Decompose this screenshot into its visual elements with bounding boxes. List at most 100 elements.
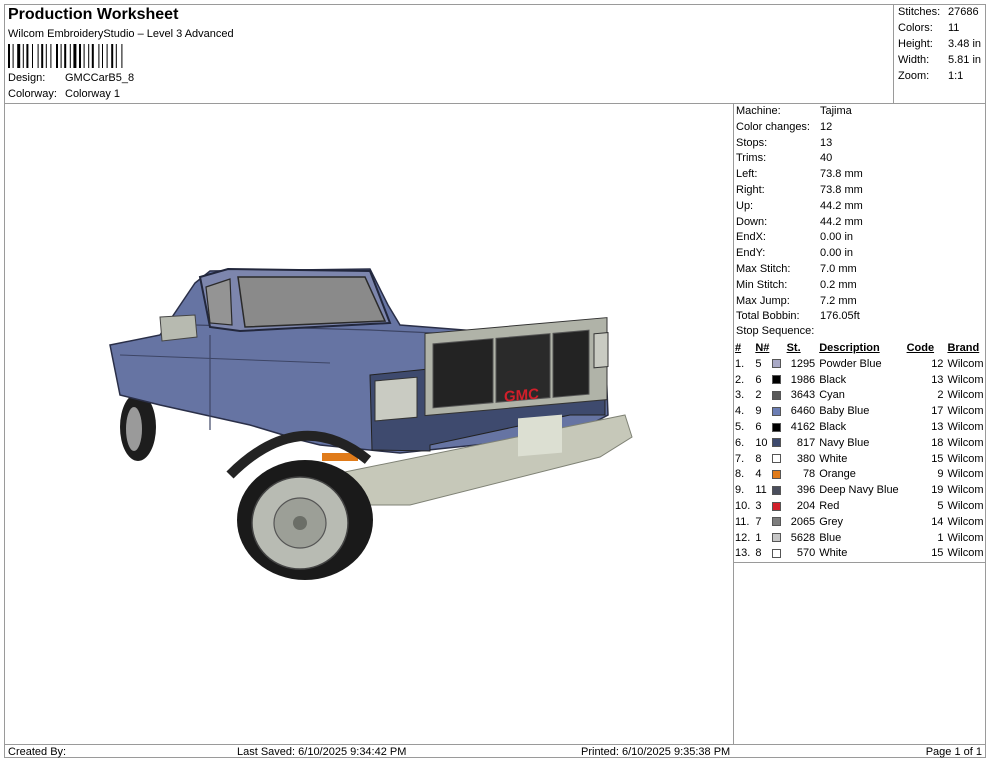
column-header-swatch [772, 341, 786, 357]
stop-sequence-row: 6. 10 817 Navy Blue 18 Wilcom [735, 436, 985, 452]
column-header-brand: Brand [947, 342, 980, 354]
stop-brand: Wilcom [947, 373, 984, 386]
thread-color-swatch [772, 454, 782, 464]
stop-description: Cyan [819, 389, 845, 402]
summary-label: Colors: [898, 22, 933, 34]
stop-needle: 8 [755, 547, 762, 560]
spec-value: 73.8 mm [820, 183, 863, 196]
stop-brand: Wilcom [947, 452, 984, 465]
summary-row-stitches: Stitches: 27686 [898, 4, 986, 20]
spec-row: Color changes: 12 [736, 120, 986, 136]
spec-row: Max Stitch: 7.0 mm [736, 262, 986, 278]
stop-sequence-row: 12. 1 5628 Blue 1 Wilcom [735, 531, 985, 547]
summary-label: Height: [898, 38, 933, 50]
stop-brand: Wilcom [947, 515, 984, 528]
stop-description: Red [819, 499, 840, 512]
spec-label: Stops: [736, 136, 768, 149]
stop-stitch-count: 1986 [790, 373, 816, 386]
thread-color-swatch [772, 485, 782, 495]
stop-description: Orange [819, 468, 856, 481]
spec-row: Up: 44.2 mm [736, 199, 986, 215]
stop-needle: 3 [755, 499, 762, 512]
grille-right [552, 329, 590, 398]
stop-stitch-count: 570 [796, 547, 816, 560]
thread-color-swatch [772, 438, 782, 448]
footer-page-number: Page 1 of 1 [925, 746, 982, 758]
specs-column-divider [733, 104, 734, 744]
stop-index: 10. [735, 499, 751, 512]
spec-label: Max Jump: [736, 294, 790, 307]
summary-value: 11 [948, 22, 960, 34]
stop-index: 4. [735, 405, 745, 418]
stop-code: 15 [931, 547, 944, 560]
stop-code: 12 [931, 357, 944, 370]
stop-stitch-count: 4162 [790, 420, 816, 433]
stop-stitch-count: 3643 [790, 389, 816, 402]
stop-code: 14 [931, 515, 944, 528]
stop-needle: 9 [755, 405, 762, 418]
spec-row: Left: 73.8 mm [736, 167, 986, 183]
spec-value: 13 [820, 136, 833, 149]
summary-row-height: Height: 3.48 in [898, 36, 986, 52]
stop-code: 5 [937, 499, 944, 512]
stop-sequence-bottom-border [734, 562, 986, 563]
spec-label: Color changes: [736, 120, 810, 133]
spec-label: Up: [736, 199, 754, 212]
stop-sequence-row: 3. 2 3643 Cyan 2 Wilcom [735, 388, 985, 404]
thread-color-swatch [772, 375, 782, 385]
summary-value: 3.48 in [948, 38, 982, 50]
stop-index: 13. [735, 547, 751, 560]
stop-index: 5. [735, 420, 745, 433]
stop-color-swatch [772, 499, 786, 515]
colorway-value: Colorway 1 [65, 88, 121, 100]
stop-stitch-count: 5628 [790, 531, 816, 544]
stop-code: 17 [931, 405, 944, 418]
side-mirror [159, 314, 198, 342]
spec-label: Min Stitch: [736, 278, 788, 291]
stop-sequence-row: 11. 7 2065 Grey 14 Wilcom [735, 515, 985, 531]
spec-label: Left: [736, 168, 758, 181]
spec-row: Trims: 40 [736, 151, 986, 167]
summary-row-zoom: Zoom: 1:1 [898, 68, 986, 84]
column-header-needle: N# [755, 342, 770, 354]
stop-index: 8. [735, 468, 745, 481]
stop-brand: Wilcom [947, 389, 984, 402]
stop-color-swatch [772, 452, 786, 468]
stop-color-swatch [772, 420, 786, 436]
thread-color-swatch [772, 390, 782, 400]
footer-created-by: Created By: [8, 746, 67, 758]
spec-row: EndY: 0.00 in [736, 246, 986, 262]
spec-label: Right: [736, 183, 765, 196]
spec-row: Machine: Tajima [736, 104, 986, 120]
stop-code: 1 [937, 531, 944, 544]
column-header-stitches: St. [786, 342, 801, 354]
stop-color-swatch [772, 546, 786, 562]
column-header-code: Code [906, 342, 935, 354]
footer-printed: Printed: 6/10/2025 9:35:38 PM [581, 746, 731, 758]
stop-code: 13 [931, 420, 944, 433]
headlight-left [374, 376, 418, 422]
spec-row: Down: 44.2 mm [736, 215, 986, 231]
stop-index: 7. [735, 452, 745, 465]
barcode-image [8, 44, 123, 68]
thread-color-swatch [772, 517, 782, 527]
thread-color-swatch [772, 422, 782, 432]
stop-sequence-table: # N# St. Description Code Brand 1. 5 1295 P… [735, 341, 985, 562]
stop-stitch-count: 6460 [790, 405, 816, 418]
stop-needle: 11 [755, 484, 767, 497]
windshield [237, 276, 387, 328]
stop-color-swatch [772, 436, 786, 452]
stop-code: 13 [931, 373, 944, 386]
spec-value: 0.2 mm [820, 278, 857, 291]
stop-brand: Wilcom [947, 405, 984, 418]
stop-code: 19 [931, 484, 944, 497]
stop-index: 6. [735, 436, 745, 449]
stop-code: 9 [937, 468, 944, 481]
stop-sequence-row: 10. 3 204 Red 5 Wilcom [735, 499, 985, 515]
summary-divider [893, 4, 894, 104]
stop-code: 2 [937, 389, 944, 402]
stop-needle: 7 [755, 515, 762, 528]
stop-description: Black [819, 420, 847, 433]
thread-color-swatch [772, 501, 782, 511]
stop-needle: 6 [755, 373, 762, 386]
